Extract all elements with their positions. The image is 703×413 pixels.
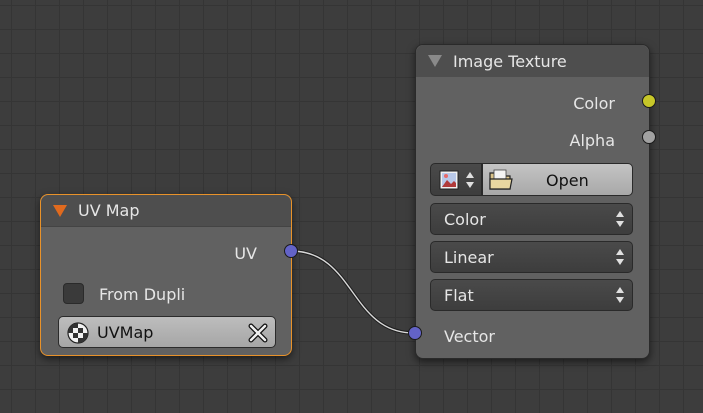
uv-map-node[interactable]: UV Map UV From Dupli UVMap [40,194,292,356]
projection-dropdown[interactable]: Flat [430,279,633,311]
folder-icon [489,169,513,190]
image-open-row: Open [430,163,633,196]
node-title: UV Map [78,201,140,220]
dropdown-value: Color [444,210,486,229]
from-dupli-checkbox[interactable] [63,283,84,304]
uv-checker-icon [67,322,89,344]
link-uv-to-vector-core [290,250,415,334]
uv-map-value: UVMap [97,323,154,342]
uv-map-selector[interactable]: UVMap [58,316,276,348]
alpha-output-socket[interactable] [642,130,656,144]
updown-arrows-icon [616,249,624,265]
collapse-triangle-icon[interactable] [53,204,67,217]
image-icon [439,170,459,190]
uv-map-node-header[interactable]: UV Map [41,195,291,227]
image-texture-node-header[interactable]: Image Texture [416,45,649,77]
image-texture-node[interactable]: Image Texture Color Alpha Open Color Lin… [415,44,650,359]
updown-arrows-icon [616,211,624,227]
node-title: Image Texture [453,51,567,71]
color-output-socket[interactable] [642,94,656,108]
interpolation-dropdown[interactable]: Linear [430,241,633,273]
image-browse-button[interactable] [430,163,482,196]
input-vector-label: Vector [444,327,495,346]
close-icon[interactable] [247,322,269,344]
uv-output-socket[interactable] [284,244,298,258]
output-alpha-label: Alpha [569,131,616,150]
vector-input-socket[interactable] [408,326,422,340]
color-space-dropdown[interactable]: Color [430,203,633,235]
updown-arrows-icon [616,287,624,303]
output-color-label: Color [573,94,615,113]
dropdown-value: Flat [444,286,474,305]
open-label: Open [546,171,589,190]
updown-arrows-icon [466,172,474,188]
from-dupli-label: From Dupli [99,285,186,304]
output-uv-label: UV [234,244,257,263]
collapse-triangle-icon[interactable] [428,55,442,67]
open-image-button[interactable]: Open [482,163,633,196]
dropdown-value: Linear [444,248,494,267]
